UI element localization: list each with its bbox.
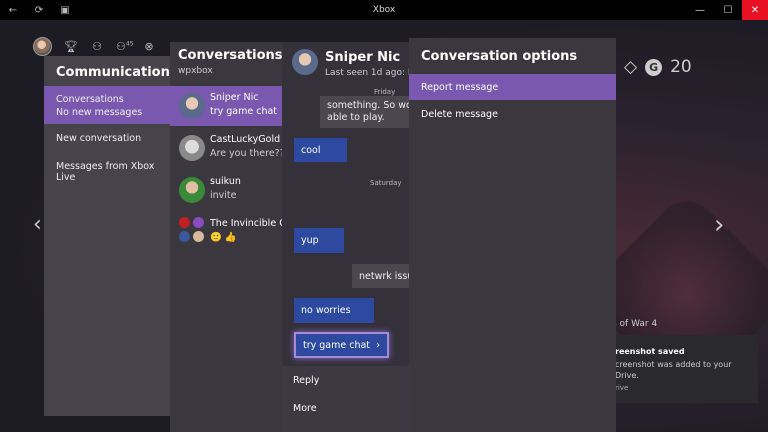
last-seen-status: Last seen 1d ago: H — [325, 68, 409, 78]
party-icon[interactable]: ⚇45 — [116, 40, 134, 53]
window-title: Xbox — [372, 5, 396, 15]
conversation-preview: try game chat — [210, 106, 278, 117]
toast-body: creenshot was added to your Drive. rive — [615, 359, 755, 394]
back-arrow-icon[interactable]: ← — [0, 0, 26, 20]
more-menu-item[interactable]: More — [293, 403, 317, 414]
conversation-preview: 🙂 👍 — [210, 232, 237, 243]
rewards-summary: ◇ G 20 — [624, 57, 692, 77]
toast-message: creenshot was added to your Drive. — [615, 360, 732, 380]
options-title: Conversation options — [421, 49, 578, 64]
message-text: able to play. — [327, 112, 385, 123]
avatar — [179, 135, 205, 161]
communication-title: Communication — [56, 65, 170, 80]
comm-item-conversations[interactable]: Conversations No new messages — [44, 86, 170, 124]
game-title: s of War 4 — [612, 319, 658, 329]
reply-menu-item[interactable]: Reply — [293, 375, 319, 386]
comm-item-sublabel: No new messages — [56, 107, 143, 118]
chevron-left-icon[interactable]: ‹ — [33, 212, 42, 237]
avatar — [179, 93, 205, 119]
friends-icon[interactable]: ⚇ — [90, 40, 104, 53]
message-bubble[interactable]: netwrk issu — [352, 264, 409, 288]
xbox-icon[interactable]: ⊗ — [142, 40, 156, 53]
communication-panel: Communication Conversations No new messa… — [44, 56, 170, 416]
snap-icon[interactable]: ▣ — [52, 0, 78, 20]
day-separator: Friday — [374, 88, 396, 96]
day-separator: Saturday — [370, 179, 402, 187]
close-button[interactable]: ✕ — [742, 0, 768, 20]
trophy-icon[interactable]: 🏆︎ — [64, 40, 78, 53]
conversation-row[interactable]: suikun invite — [170, 170, 282, 210]
avatar[interactable] — [33, 37, 52, 56]
conversation-preview: invite — [210, 190, 237, 201]
maximize-button[interactable]: ☐ — [714, 0, 742, 20]
message-bubble[interactable]: something. So wo able to play. — [320, 96, 409, 128]
report-message-option[interactable]: Report message — [409, 74, 616, 100]
conversation-name: The Invincible G — [210, 218, 287, 229]
conversation-row[interactable]: The Invincible G 🙂 👍 — [170, 212, 287, 252]
conversation-row[interactable]: Sniper Nic try game chat — [170, 86, 282, 126]
delete-message-option[interactable]: Delete message — [409, 101, 616, 127]
minimize-button[interactable]: — — [686, 0, 714, 20]
conversations-title: Conversations — [178, 48, 283, 63]
gem-icon: ◇ — [624, 57, 638, 77]
chat-panel: Sniper Nic Last seen 1d ago: H Friday so… — [282, 42, 409, 432]
chevron-right-icon[interactable]: › — [714, 210, 724, 240]
gamertag: wpxbox — [178, 66, 213, 76]
conversation-options-panel: Conversation options Report message Dele… — [409, 38, 616, 432]
message-menu: Reply More — [282, 366, 409, 432]
screenshot-toast[interactable]: reenshot saved creenshot was added to yo… — [605, 335, 758, 403]
message-bubble[interactable]: cool — [294, 138, 347, 162]
conversation-name: suikun — [210, 176, 241, 187]
comm-item-label: Conversations — [56, 94, 124, 105]
gamerscore-badge: G — [645, 58, 663, 76]
avatar — [292, 49, 318, 75]
comm-item-new-conversation[interactable]: New conversation — [44, 133, 170, 144]
avatar — [179, 177, 205, 203]
chat-contact-name: Sniper Nic — [325, 50, 401, 65]
message-text: something. So wo — [327, 100, 409, 111]
refresh-icon[interactable]: ⟳ — [26, 0, 52, 20]
title-bar: Xbox ← ⟳ ▣ — ☐ ✕ — [0, 0, 768, 20]
party-count: 45 — [125, 40, 134, 48]
conversation-preview: Are you there?? — [210, 148, 285, 159]
message-text: try game chat — [303, 339, 371, 351]
conversation-name: CastLuckyGold — [210, 134, 281, 145]
conversation-name: Sniper Nic — [210, 92, 259, 103]
top-navigation: 🏆︎ ⚇ ⚇45 ⊗ — [33, 37, 156, 56]
conversations-panel: Conversations wpxbox Sniper Nic try game… — [170, 42, 287, 432]
toast-title: reenshot saved — [615, 347, 685, 356]
selected-message-bubble[interactable]: try game chat › — [294, 332, 389, 358]
group-avatar — [179, 217, 207, 245]
conversation-row[interactable]: CastLuckyGold Are you there?? — [170, 128, 285, 168]
message-bubble[interactable]: no worries — [294, 298, 374, 323]
chevron-right-icon: › — [376, 339, 380, 351]
toast-extra: rive — [615, 384, 629, 392]
message-bubble[interactable]: yup — [294, 228, 344, 253]
comm-item-messages-xbox-live[interactable]: Messages from Xbox Live — [44, 161, 170, 183]
gamerscore-value: 20 — [670, 57, 692, 77]
